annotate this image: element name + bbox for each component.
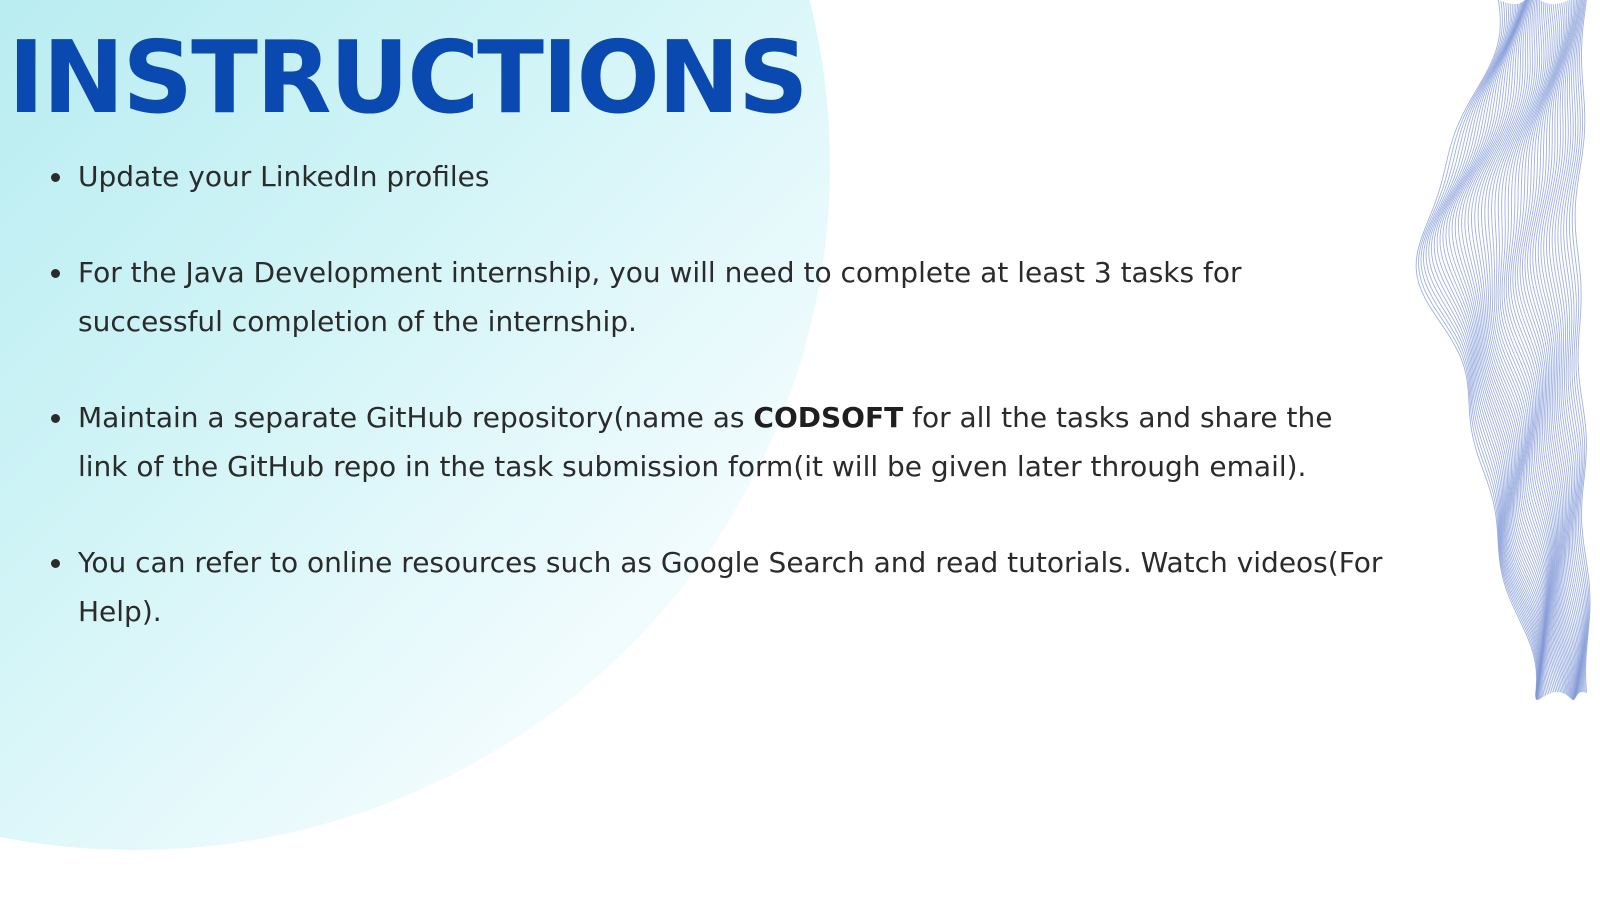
list-item: You can refer to online resources such a… [51,538,1388,636]
bullet-text-part: Maintain a separate GitHub repository(na… [78,401,754,434]
instructions-list: Update your LinkedIn profiles For the Ja… [51,152,1388,683]
list-item: Maintain a separate GitHub repository(na… [51,393,1388,491]
list-item: Update your LinkedIn profiles [51,152,1388,201]
wavy-lines-decoration [1415,0,1591,700]
slide: INSTRUCTIONS Update your LinkedIn profil… [0,0,1600,900]
page-title: INSTRUCTIONS [8,19,809,136]
list-item: For the Java Development internship, you… [51,248,1388,346]
bullet-icon [51,414,60,423]
bullet-icon [51,173,60,182]
bullet-icon [51,559,60,568]
bullet-text: Update your LinkedIn profiles [78,160,490,193]
bullet-icon [51,269,60,278]
bullet-text: For the Java Development internship, you… [78,256,1242,338]
repository-name: CODSOFT [753,401,904,434]
bullet-text: You can refer to online resources such a… [78,546,1383,628]
